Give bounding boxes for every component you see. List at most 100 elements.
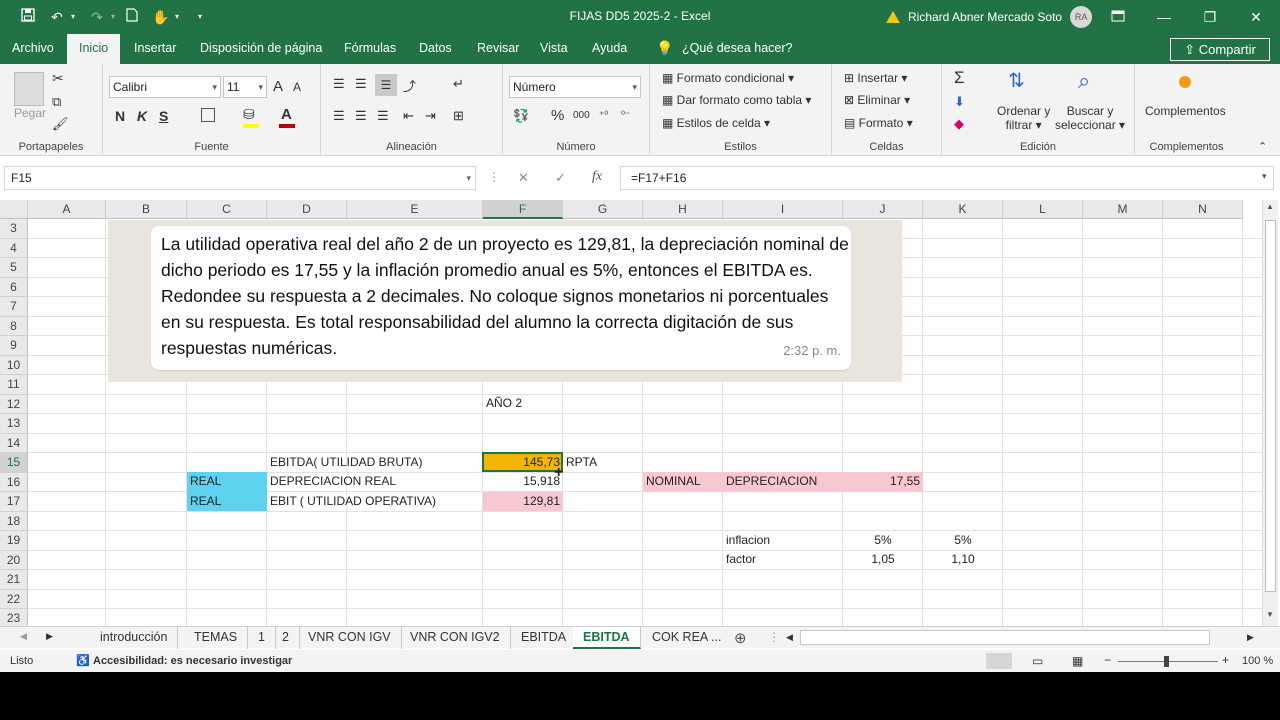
orientation-icon[interactable]: ⤴ bbox=[403, 76, 416, 95]
align-center-icon[interactable]: ☰ bbox=[355, 108, 367, 124]
new-document-icon[interactable] bbox=[124, 7, 140, 27]
column-header-C[interactable]: C bbox=[187, 200, 267, 219]
cell-I20[interactable]: factor bbox=[723, 550, 843, 570]
row-header-18[interactable]: 18 bbox=[0, 511, 28, 531]
row-header-8[interactable]: 8 bbox=[0, 316, 28, 336]
font-name-dropdown[interactable]: Calibri bbox=[109, 76, 221, 98]
name-box[interactable]: F15 ▾ bbox=[4, 166, 476, 190]
cell-C17[interactable]: REAL bbox=[187, 492, 267, 512]
cell-F12[interactable]: AÑO 2 bbox=[483, 394, 563, 414]
row-header-21[interactable]: 21 bbox=[0, 570, 28, 590]
redo-icon[interactable]: ↷ bbox=[86, 7, 108, 27]
row-header-22[interactable]: 22 bbox=[0, 589, 28, 609]
row-header-3[interactable]: 3 bbox=[0, 219, 28, 239]
tell-me-search[interactable]: ¿Qué desea hacer? bbox=[682, 34, 793, 64]
row-header-15[interactable]: 15 bbox=[0, 453, 28, 473]
column-header-I[interactable]: I bbox=[723, 200, 843, 219]
column-header-M[interactable]: M bbox=[1083, 200, 1163, 219]
align-middle-icon[interactable]: ☰ bbox=[355, 76, 367, 92]
customize-qat-icon[interactable]: ▾ bbox=[194, 7, 206, 27]
row-header-9[interactable]: 9 bbox=[0, 336, 28, 356]
increase-indent-icon[interactable]: ⇥ bbox=[425, 108, 436, 124]
tab-ayuda[interactable]: Ayuda bbox=[592, 34, 627, 64]
tab-revisar[interactable]: Revisar bbox=[477, 34, 519, 64]
insert-function-icon[interactable]: fx bbox=[592, 169, 602, 185]
formula-input[interactable]: =F17+F16 bbox=[620, 166, 1274, 190]
redo-dropdown-icon[interactable]: ▾ bbox=[108, 7, 118, 27]
column-header-F[interactable]: F bbox=[483, 200, 563, 219]
column-header-L[interactable]: L bbox=[1003, 200, 1083, 219]
cell-D15[interactable]: EBITDA( UTILIDAD BRUTA) bbox=[267, 453, 483, 473]
close-icon[interactable]: ✕ bbox=[1233, 0, 1279, 34]
tab-datos[interactable]: Datos bbox=[419, 34, 452, 64]
column-header-N[interactable]: N bbox=[1163, 200, 1243, 219]
row-header-16[interactable]: 16 bbox=[0, 472, 28, 492]
cell-D16[interactable]: DEPRECIACION REAL bbox=[267, 472, 483, 492]
tab-insertar[interactable]: Insertar bbox=[134, 34, 176, 64]
insert-cells-button[interactable]: ⊞ Insertar ▾ bbox=[844, 71, 907, 85]
sheet-tab-cok-real[interactable]: COK REA ... bbox=[642, 627, 731, 649]
column-header-D[interactable]: D bbox=[267, 200, 347, 219]
cancel-icon[interactable]: ✕ bbox=[518, 170, 529, 186]
wrap-text-icon[interactable]: ↵ bbox=[453, 76, 464, 92]
delete-cells-button[interactable]: ⊠ Eliminar ▾ bbox=[844, 93, 910, 107]
column-header-J[interactable]: J bbox=[843, 200, 923, 219]
zoom-level[interactable]: 100 % bbox=[1242, 655, 1273, 667]
vertical-scrollbar[interactable]: ▲ ▼ bbox=[1262, 200, 1278, 626]
paste-label[interactable]: Pegar bbox=[14, 106, 46, 120]
clear-icon[interactable]: ◆ bbox=[954, 116, 964, 132]
percent-button[interactable]: % bbox=[551, 107, 564, 124]
scroll-left-icon[interactable]: ◀ bbox=[786, 632, 793, 643]
addins-button[interactable]: Complementos bbox=[1145, 104, 1226, 118]
find-select-label[interactable]: Buscar y seleccionar ▾ bbox=[1055, 104, 1125, 132]
decrease-indent-icon[interactable]: ⇤ bbox=[403, 108, 414, 124]
row-header-23[interactable]: 23 bbox=[0, 609, 28, 626]
cell-C16[interactable]: REAL bbox=[187, 472, 267, 492]
align-bottom-icon[interactable]: ☰ bbox=[375, 74, 397, 96]
tab-archivo[interactable]: Archivo bbox=[12, 34, 54, 64]
cell-F17[interactable]: 129,81 bbox=[483, 492, 563, 512]
accessibility-icon[interactable]: ♿ bbox=[76, 654, 90, 667]
scroll-down-icon[interactable]: ▼ bbox=[1266, 610, 1274, 619]
tab-splitter-icon[interactable]: ⋮ bbox=[768, 630, 780, 644]
scroll-right-icon[interactable]: ▶ bbox=[1247, 632, 1254, 643]
sheet-tab-introduccion[interactable]: introducción bbox=[90, 627, 179, 649]
autosum-icon[interactable]: Σ bbox=[954, 68, 965, 88]
vertical-scroll-thumb[interactable] bbox=[1265, 220, 1276, 592]
cell-J16[interactable]: 17,55 bbox=[843, 472, 923, 492]
minimize-icon[interactable]: — bbox=[1141, 0, 1187, 34]
row-header-19[interactable]: 19 bbox=[0, 531, 28, 551]
row-header-20[interactable]: 20 bbox=[0, 550, 28, 570]
conditional-format-button[interactable]: ▦ Formato condicional ▾ bbox=[662, 71, 794, 85]
sort-filter-icon[interactable]: ⇅ bbox=[1008, 68, 1025, 93]
shrink-font-icon[interactable]: A bbox=[293, 80, 301, 94]
touch-mode-icon[interactable]: ✋ bbox=[150, 7, 172, 27]
select-all-corner[interactable] bbox=[0, 200, 28, 219]
ribbon-display-icon[interactable] bbox=[1095, 0, 1141, 34]
column-header-G[interactable]: G bbox=[563, 200, 643, 219]
fill-icon[interactable]: ⬇ bbox=[954, 94, 965, 110]
underline-button[interactable]: S bbox=[159, 108, 168, 124]
column-header-B[interactable]: B bbox=[106, 200, 187, 219]
row-header-13[interactable]: 13 bbox=[0, 414, 28, 434]
share-button[interactable]: ⇪ Compartir bbox=[1170, 38, 1270, 61]
addins-icon[interactable] bbox=[1179, 76, 1191, 88]
page-break-icon[interactable]: ▦ bbox=[1072, 654, 1083, 668]
row-header-10[interactable]: 10 bbox=[0, 355, 28, 375]
zoom-out-icon[interactable]: − bbox=[1104, 653, 1111, 667]
scroll-up-icon[interactable]: ▲ bbox=[1266, 202, 1274, 211]
normal-view-button[interactable] bbox=[986, 653, 1012, 669]
bold-button[interactable]: N bbox=[115, 108, 125, 124]
sheet-tab-temas[interactable]: TEMAS bbox=[184, 627, 249, 649]
font-color-icon[interactable]: A bbox=[281, 106, 292, 123]
sheet-tab-2[interactable]: 2 bbox=[272, 627, 300, 649]
row-header-7[interactable]: 7 bbox=[0, 297, 28, 317]
collapse-ribbon-icon[interactable]: ⌃ bbox=[1258, 140, 1267, 153]
page-layout-icon[interactable]: ▭ bbox=[1032, 654, 1043, 668]
italic-button[interactable]: K bbox=[137, 108, 147, 124]
number-format-dropdown[interactable]: Número bbox=[509, 76, 641, 98]
grow-font-icon[interactable]: A bbox=[273, 78, 283, 95]
sheet-tab-vnr-con-igv2[interactable]: VNR CON IGV2 bbox=[400, 627, 511, 649]
undo-dropdown-icon[interactable]: ▾ bbox=[68, 7, 78, 27]
horizontal-scroll-thumb[interactable] bbox=[800, 630, 1210, 645]
